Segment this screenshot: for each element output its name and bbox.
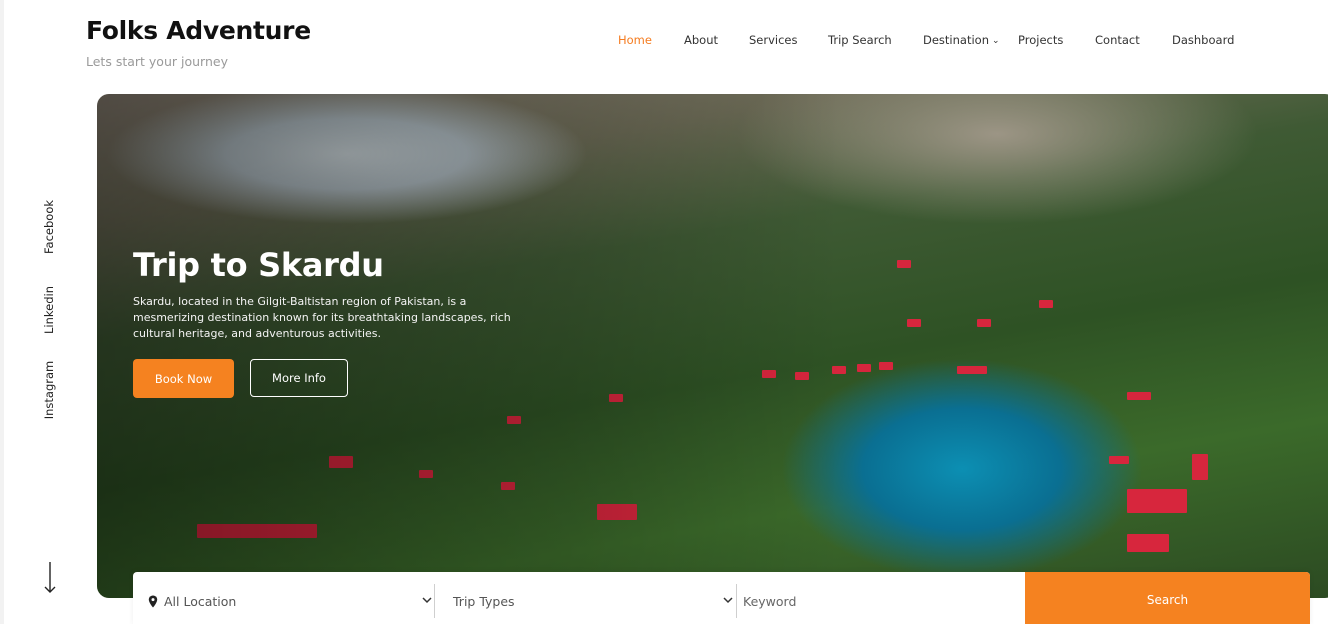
chevron-down-icon: ⌄ (992, 36, 1000, 46)
hero-title: Trip to Skardu (133, 246, 384, 284)
hero-description: Skardu, located in the Gilgit-Baltistan … (133, 295, 511, 340)
left-rail (0, 0, 4, 624)
social-linkedin[interactable]: Linkedin (42, 286, 58, 334)
nav-destination[interactable]: Destination ⌄ (923, 33, 1000, 47)
map-pin-icon (148, 595, 158, 607)
chevron-down-icon (723, 597, 733, 604)
nav-dashboard[interactable]: Dashboard (1172, 33, 1234, 47)
keyword-field[interactable] (743, 586, 1013, 616)
nav-projects[interactable]: Projects (1018, 33, 1063, 47)
nav-trip-search[interactable]: Trip Search (828, 33, 892, 47)
nav-contact[interactable]: Contact (1095, 33, 1140, 47)
keyword-input[interactable] (743, 593, 993, 609)
trip-types-select-value: Trip Types (453, 593, 515, 609)
nav-services[interactable]: Services (749, 33, 798, 47)
trip-search-bar: All Location Trip Types Search (133, 572, 1310, 624)
brand-tagline: Lets start your journey (86, 54, 228, 69)
nav-home[interactable]: Home (618, 33, 652, 47)
arrow-down-icon[interactable] (40, 560, 60, 596)
main-nav: Home About Services Trip Search Destinat… (0, 33, 1328, 49)
book-now-button[interactable]: Book Now (133, 359, 234, 398)
hero-banner: Trip to Skardu Skardu, located in the Gi… (97, 94, 1328, 598)
hero-overlay (97, 94, 1328, 598)
nav-about[interactable]: About (684, 33, 718, 47)
social-instagram[interactable]: Instagram (42, 360, 58, 420)
location-select-value: All Location (164, 593, 237, 609)
nav-destination-label: Destination (923, 33, 989, 47)
location-select[interactable]: All Location (148, 586, 433, 616)
chevron-down-icon (422, 597, 432, 604)
more-info-button[interactable]: More Info (250, 359, 348, 397)
social-facebook[interactable]: Facebook (42, 200, 58, 254)
field-divider (736, 584, 737, 618)
trip-types-select[interactable]: Trip Types (453, 586, 734, 616)
search-button[interactable]: Search (1025, 572, 1310, 624)
field-divider (434, 584, 435, 618)
